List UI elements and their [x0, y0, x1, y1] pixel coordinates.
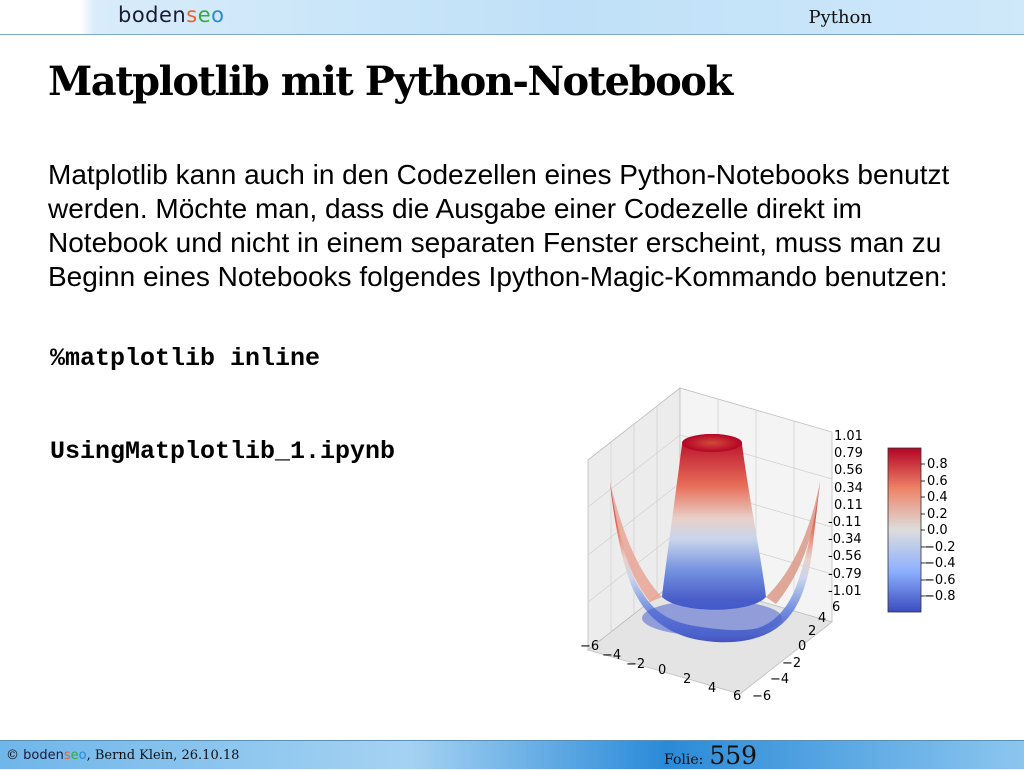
- z-tick: 0.34: [834, 481, 863, 496]
- x-tick: −6: [580, 639, 599, 654]
- notebook-filename: UsingMatplotlib_1.ipynb: [50, 437, 396, 466]
- surface-plot: 1.01 0.79 0.56 0.34 0.11 -0.11 -0.34 -0.…: [580, 387, 956, 704]
- z-tick: -0.79: [828, 567, 862, 582]
- section-label: Python: [808, 7, 872, 28]
- y-tick: 0: [798, 639, 806, 654]
- z-tick: 0.79: [834, 446, 863, 461]
- footer-bar: © bodenseo, Bernd Klein, 26.10.18 Folie:…: [0, 740, 1024, 770]
- colorbar-label: −0.4: [924, 556, 956, 571]
- z-tick: 1.01: [834, 429, 863, 444]
- y-tick: 4: [818, 611, 826, 626]
- y-tick: 2: [808, 624, 816, 639]
- z-tick: 0.56: [834, 463, 863, 478]
- magic-command-code: %matplotlib inline: [50, 344, 321, 373]
- colorbar-label: 0.8: [927, 457, 948, 472]
- z-tick: -0.34: [828, 532, 862, 547]
- y-tick: 6: [832, 600, 840, 615]
- colorbar-label: 0.2: [927, 507, 948, 522]
- colorbar-label: −0.2: [924, 540, 956, 555]
- x-tick: 2: [683, 672, 691, 687]
- colorbar-label: 0.0: [927, 523, 948, 538]
- z-tick: -0.11: [828, 515, 862, 530]
- colorbar-label: 0.4: [927, 490, 948, 505]
- y-tick: −4: [770, 672, 789, 687]
- colorbar: [887, 447, 922, 613]
- body-paragraph: Matplotlib kann auch in den Codezellen e…: [48, 159, 950, 292]
- colorbar-label: −0.6: [924, 573, 956, 588]
- z-tick: 0.11: [834, 498, 863, 513]
- z-tick: -0.56: [828, 549, 862, 564]
- y-tick: −6: [752, 689, 771, 704]
- header-bar: bodenseo Python: [0, 0, 1024, 35]
- z-axis: 1.01 0.79 0.56 0.34 0.11 -0.11 -0.34 -0.…: [828, 429, 863, 599]
- slide-number: Folie: 559: [664, 741, 758, 770]
- colorbar-label: −0.8: [924, 589, 956, 604]
- y-tick: −2: [782, 656, 801, 671]
- x-tick: 4: [708, 681, 716, 696]
- colorbar-labels: 0.8 0.6 0.4 0.2 0.0 −0.2 −0.4 −0.6 −0.8: [924, 457, 956, 604]
- x-tick: −4: [602, 648, 621, 663]
- x-tick: −2: [626, 657, 645, 672]
- slide-title: Matplotlib mit Python-Notebook: [48, 58, 733, 105]
- x-tick: 0: [658, 663, 666, 678]
- x-tick: 6: [733, 689, 741, 704]
- bodenseo-logo: bodenseo: [118, 3, 225, 27]
- colorbar-label: 0.6: [927, 474, 948, 489]
- footer-copyright: © bodenseo, Bernd Klein, 26.10.18: [6, 748, 240, 763]
- z-tick: -1.01: [828, 584, 862, 599]
